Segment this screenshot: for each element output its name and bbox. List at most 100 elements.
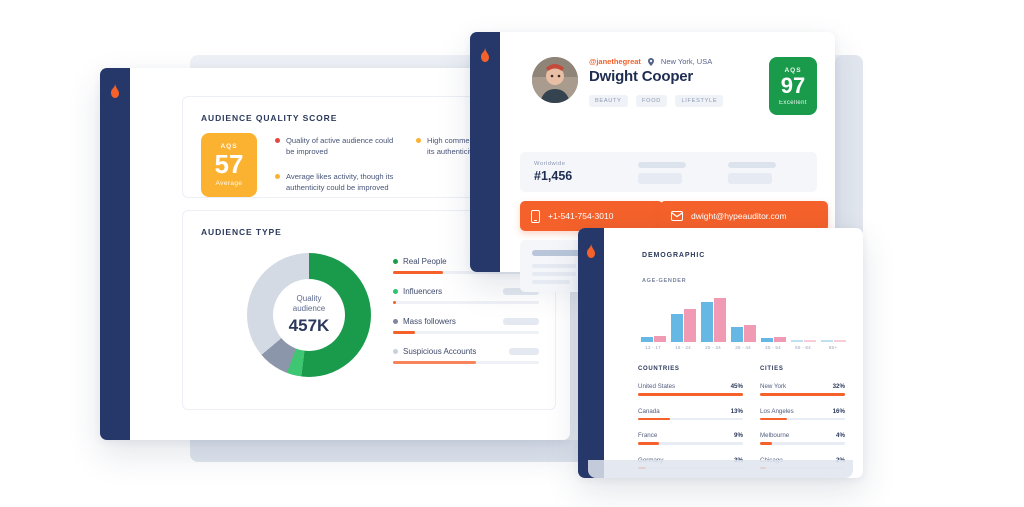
axis-tick: 25 - 34 (705, 345, 721, 350)
profile-rank-strip: Worldwide #1,456 (520, 152, 817, 192)
avatar-photo (532, 57, 578, 103)
bar-male (700, 302, 713, 342)
stat-placeholder-label (728, 162, 776, 168)
row-track (760, 417, 845, 420)
row-fill (760, 417, 788, 420)
legend-track (393, 301, 539, 304)
table-row: Canada 13% (638, 407, 743, 420)
row-value: 13% (730, 407, 743, 415)
legend-label: Real People (403, 257, 447, 266)
legend-item: Influencers (393, 287, 539, 304)
aqs-note: Average likes activity, though its authe… (275, 171, 400, 193)
row-label: New York (760, 383, 787, 390)
stat-placeholder-value (728, 173, 772, 184)
row-track (638, 442, 743, 445)
profile-tags: BEAUTY FOOD LIFESTYLE (589, 89, 763, 107)
donut-center-value: 457K (288, 316, 330, 335)
flame-icon (587, 244, 595, 258)
profile-handle[interactable]: @janethegreat (589, 57, 641, 66)
row-value: 16% (832, 407, 845, 415)
row-value: 9% (734, 432, 743, 439)
profile-tag[interactable]: BEAUTY (589, 95, 628, 107)
legend-value-placeholder (509, 348, 539, 355)
contact-phone-button[interactable]: +1-541-754-3010 (520, 201, 663, 231)
row-fill (760, 442, 772, 445)
bullet-dot-amber (275, 174, 280, 179)
avatar (532, 57, 578, 103)
aqs-badge-97: AQS 97 Excellent (769, 57, 817, 115)
contact-phone-value: +1-541-754-3010 (548, 211, 614, 221)
aqs-badge-label: AQS (220, 143, 238, 150)
cities-table: CITIES New York 32% Los Angeles 16% Melb… (760, 366, 845, 469)
table-row: Melbourne 4% (760, 432, 845, 445)
legend-label: Mass followers (403, 317, 456, 326)
bar-male (790, 340, 803, 342)
cities-header: CITIES (760, 366, 784, 372)
profile-tag[interactable]: FOOD (636, 95, 668, 107)
axis-tick: 35 - 44 (735, 345, 751, 350)
legend-fill (393, 271, 443, 274)
row-label: United States (638, 383, 676, 390)
bar-female (773, 337, 786, 342)
row-label: Canada (638, 407, 660, 415)
sidebar-rail-demographic[interactable] (578, 228, 604, 478)
bar-male (730, 327, 743, 342)
contact-email-button[interactable]: dwight@hypeauditor.com (660, 201, 828, 231)
legend-fill (393, 301, 396, 304)
envelope-icon (671, 211, 683, 221)
bar-female (833, 339, 846, 342)
row-track (638, 417, 743, 420)
aqs-badge-grade: Excellent (779, 99, 807, 106)
row-track (760, 393, 845, 396)
skeleton-bar (532, 280, 570, 284)
sidebar-rail-audience[interactable] (100, 68, 130, 440)
sidebar-rail-profile[interactable] (470, 32, 500, 272)
table-row: New York 32% (760, 383, 845, 396)
row-value: 45% (730, 383, 743, 390)
axis-tick: 18 - 24 (675, 345, 691, 350)
aqs-badge-value: 57 (214, 149, 244, 179)
background-plate-demographic-bottom (588, 460, 853, 478)
stat-placeholder-label (638, 162, 686, 168)
row-track (638, 393, 743, 396)
legend-track (393, 361, 539, 364)
legend-dot (393, 319, 398, 324)
card-title-audience-type: AUDIENCE TYPE (201, 227, 282, 237)
row-fill (638, 393, 743, 396)
row-label: Los Angeles (760, 407, 794, 415)
legend-dot (393, 259, 398, 264)
countries-table: COUNTRIES United States 45% Canada 13% F… (638, 366, 743, 469)
bar-male (670, 314, 683, 342)
legend-dot (393, 349, 398, 354)
row-fill (638, 417, 670, 420)
card-title-aqs: AUDIENCE QUALITY SCORE (201, 113, 338, 123)
row-value: 32% (832, 383, 845, 390)
row-label: France (638, 432, 658, 439)
legend-item: Suspicious Accounts (393, 347, 539, 364)
skeleton-bar (532, 264, 576, 268)
axis-tick: 45 - 54 (765, 345, 781, 350)
profile-tag[interactable]: LIFESTYLE (675, 95, 724, 107)
legend-fill (393, 361, 477, 364)
legend-fill (393, 331, 415, 334)
axis-tick: 65+ (828, 345, 838, 350)
legend-value-placeholder (503, 318, 539, 325)
bullet-dot-red (275, 138, 280, 143)
donut-chart-audience-type: Quality audience 457K (247, 253, 371, 377)
aqs-badge-57: AQS 57 Average (201, 133, 257, 197)
legend-label: Influencers (403, 287, 443, 296)
card-title-demographic: DEMOGRAPHIC (642, 252, 706, 259)
age-gender-chart (638, 290, 848, 342)
axis-tick: 55 - 64 (795, 345, 811, 350)
table-row: France 9% (638, 432, 743, 445)
donut-center-line1: Quality (296, 294, 322, 303)
section-title-age-gender: AGE-GENDER (642, 278, 687, 284)
aqs-badge-grade: Average (215, 180, 243, 187)
row-label: Melbourne (760, 432, 790, 439)
aqs-notes-column-1: Quality of active audience could be impr… (275, 135, 400, 202)
aqs-note-text: Quality of active audience could be impr… (286, 136, 394, 156)
skeleton-bar (532, 272, 576, 276)
flame-icon (481, 48, 489, 62)
aqs-note: Quality of active audience could be impr… (275, 135, 400, 157)
window-demographic: DEMOGRAPHIC AGE-GENDER 13 - 17 18 - 24 2… (578, 228, 863, 478)
